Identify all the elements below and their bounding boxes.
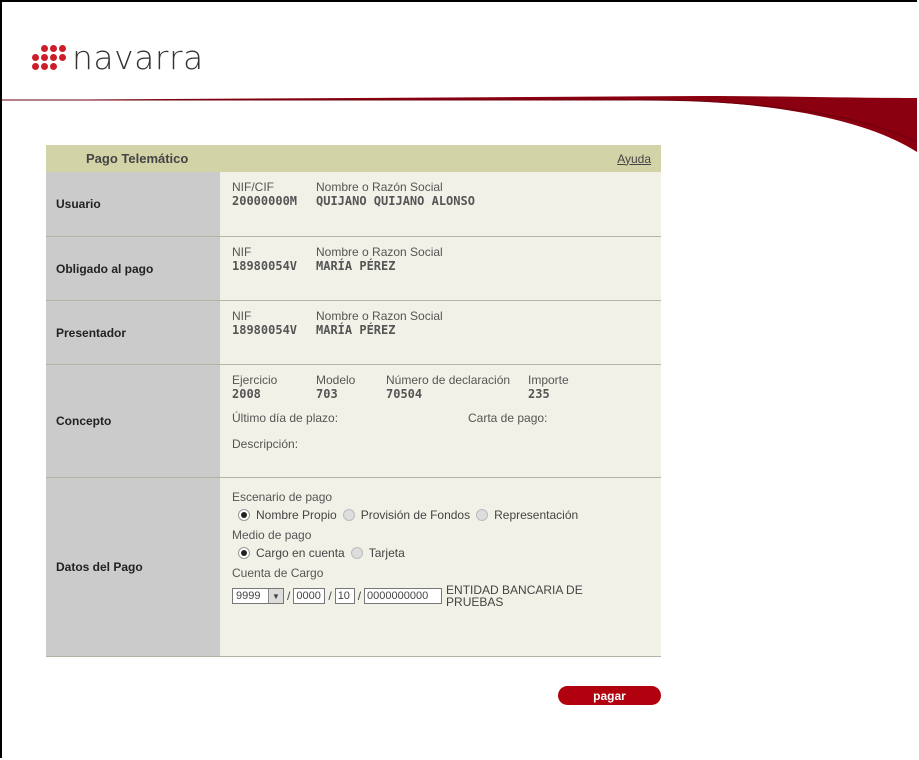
radio-representacion[interactable] <box>476 509 489 521</box>
obligado-name-value: MARÍA PÉREZ <box>316 259 396 273</box>
descripcion-label: Descripción: <box>232 437 299 451</box>
row-body-presentador: NIF 18980054V Nombre o Razon Social MARÍ… <box>220 301 661 364</box>
usuario-name-value: QUIJANO QUIJANO ALONSO <box>316 194 475 208</box>
importe-value: 235 <box>528 387 550 401</box>
entidad-name: ENTIDAD BANCARIA DE PRUEBAS <box>446 583 583 609</box>
row-label-obligado: Obligado al pago <box>46 237 220 300</box>
radio-provision-fondos[interactable] <box>342 509 355 521</box>
row-label-datos-pago: Datos del Pago <box>46 478 220 656</box>
escenario-label: Escenario de pago <box>232 490 333 504</box>
row-body-concepto: Ejercicio 2008 Modelo 703 Número de decl… <box>220 365 661 477</box>
row-concepto: Concepto Ejercicio 2008 Modelo 703 Númer… <box>46 365 661 478</box>
cuenta-label: Cuenta de Cargo <box>232 566 324 580</box>
obligado-id-label: NIF <box>232 245 252 259</box>
row-body-obligado: NIF 18980054V Nombre o Razon Social MARÍ… <box>220 237 661 300</box>
ultimo-dia-label: Último día de plazo: <box>232 411 339 425</box>
logo-text: navarra <box>72 38 204 77</box>
radio-tarjeta[interactable] <box>350 547 363 559</box>
obligado-id-value: 18980054V <box>232 259 298 273</box>
presentador-id-label: NIF <box>232 309 252 323</box>
dc-field[interactable]: 10 <box>334 588 355 604</box>
importe-label: Importe <box>528 373 569 387</box>
row-body-usuario: NIF/CIF 20000000M Nombre o Razón Social … <box>220 172 661 236</box>
modelo-value: 703 <box>316 387 338 401</box>
medio-label: Medio de pago <box>232 528 312 542</box>
obligado-name-label: Nombre o Razon Social <box>316 245 443 259</box>
numero-declaracion-value: 70504 <box>386 387 423 401</box>
help-link[interactable]: Ayuda <box>617 152 661 166</box>
chevron-down-icon[interactable]: ▼ <box>268 589 283 603</box>
row-body-datos-pago: Escenario de pago Nombre Propio Provisió… <box>220 478 661 656</box>
ejercicio-label: Ejercicio <box>232 373 278 387</box>
row-usuario: Usuario NIF/CIF 20000000M Nombre o Razón… <box>46 172 661 237</box>
presentador-name-value: MARÍA PÉREZ <box>316 323 396 337</box>
modelo-label: Modelo <box>316 373 356 387</box>
navarra-logo: navarra <box>32 38 204 77</box>
ejercicio-value: 2008 <box>232 387 261 401</box>
carta-pago-label: Carta de pago: <box>468 411 548 425</box>
escenario-radio-group: Nombre Propio Provisión de Fondos Repres… <box>238 508 661 522</box>
radio-nombre-propio-label: Nombre Propio <box>256 508 337 522</box>
usuario-id-value: 20000000M <box>232 194 298 208</box>
radio-provision-fondos-label: Provisión de Fondos <box>360 508 471 522</box>
medio-radio-group: Cargo en cuenta Tarjeta <box>238 546 661 560</box>
header-swoosh <box>2 96 917 152</box>
radio-cargo-cuenta[interactable] <box>238 547 250 559</box>
row-obligado: Obligado al pago NIF 18980054V Nombre o … <box>46 237 661 301</box>
cuenta-fields: 9999 ▼ / 0000 / 10 / 0000000000 ENTIDAD … <box>232 584 661 608</box>
logo-dots-icon <box>32 45 66 70</box>
row-label-usuario: Usuario <box>46 172 220 236</box>
panel-title-bar: Pago Telemático Ayuda <box>46 145 661 172</box>
row-label-presentador: Presentador <box>46 301 220 364</box>
numero-declaracion-label: Número de declaración <box>386 373 511 387</box>
cuenta-field[interactable]: 0000000000 <box>364 588 443 604</box>
entidad-select[interactable]: 9999 ▼ <box>232 588 284 604</box>
row-datos-pago: Datos del Pago Escenario de pago Nombre … <box>46 478 661 657</box>
usuario-id-label: NIF/CIF <box>232 180 274 194</box>
presentador-id-value: 18980054V <box>232 323 298 337</box>
panel-title: Pago Telemático <box>86 151 189 166</box>
header: navarra <box>2 2 917 162</box>
radio-tarjeta-label: Tarjeta <box>368 546 405 560</box>
pagar-button[interactable]: pagar <box>558 686 661 705</box>
row-label-concepto: Concepto <box>46 365 220 477</box>
usuario-name-label: Nombre o Razón Social <box>316 180 443 194</box>
payment-panel: Pago Telemático Ayuda Usuario NIF/CIF 20… <box>46 145 661 657</box>
radio-cargo-cuenta-label: Cargo en cuenta <box>256 546 345 560</box>
row-presentador: Presentador NIF 18980054V Nombre o Razon… <box>46 301 661 365</box>
oficina-field[interactable]: 0000 <box>293 588 326 604</box>
radio-nombre-propio[interactable] <box>238 509 250 521</box>
presentador-name-label: Nombre o Razon Social <box>316 309 443 323</box>
radio-representacion-label: Representación <box>494 508 579 522</box>
